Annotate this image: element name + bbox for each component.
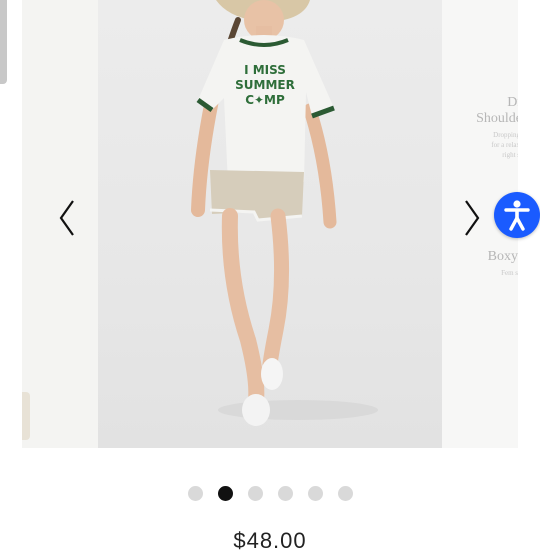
chevron-left-icon <box>59 200 74 236</box>
pagination-dot-2-active[interactable] <box>217 486 233 501</box>
model-illustration: I MISS SUMMER C✦MP <box>191 0 378 426</box>
panel-heading-1: Dr <box>507 95 518 110</box>
next-slide-button[interactable] <box>460 198 484 238</box>
product-price: $48.00 <box>233 528 307 553</box>
pagination-dot-4[interactable] <box>277 486 293 501</box>
previous-slide-button[interactable] <box>55 198 79 238</box>
scroll-indicator <box>0 0 7 84</box>
panel-heading-1b: Shoulde <box>476 111 518 126</box>
chevron-right-icon <box>465 200 480 236</box>
product-photo[interactable]: I MISS SUMMER C✦MP <box>98 0 442 448</box>
previous-slide-thumbnail <box>22 392 30 440</box>
product-image-carousel[interactable]: I MISS SUMMER C✦MP Dr Shoulde Dropping f… <box>0 0 540 452</box>
carousel-pagination <box>0 486 540 501</box>
shirt-print-line-2: SUMMER <box>235 78 295 92</box>
pagination-dot-5[interactable] <box>307 486 323 501</box>
pagination-dot-6[interactable] <box>337 486 353 501</box>
panel-small-3: right s <box>502 151 518 159</box>
accessibility-person-icon <box>504 200 530 231</box>
panel-heading-2: Boxy <box>487 249 518 264</box>
shirt-print-line-3: C✦MP <box>245 93 285 107</box>
accessibility-button[interactable] <box>494 192 540 238</box>
shirt-print-line-1: I MISS <box>244 63 286 77</box>
pagination-dot-1[interactable] <box>187 486 203 501</box>
panel-small-1: Dropping <box>493 131 518 139</box>
panel-small-4: Fem s <box>501 269 518 277</box>
pagination-dot-3[interactable] <box>247 486 263 501</box>
panel-small-2: for a relax <box>491 141 518 149</box>
